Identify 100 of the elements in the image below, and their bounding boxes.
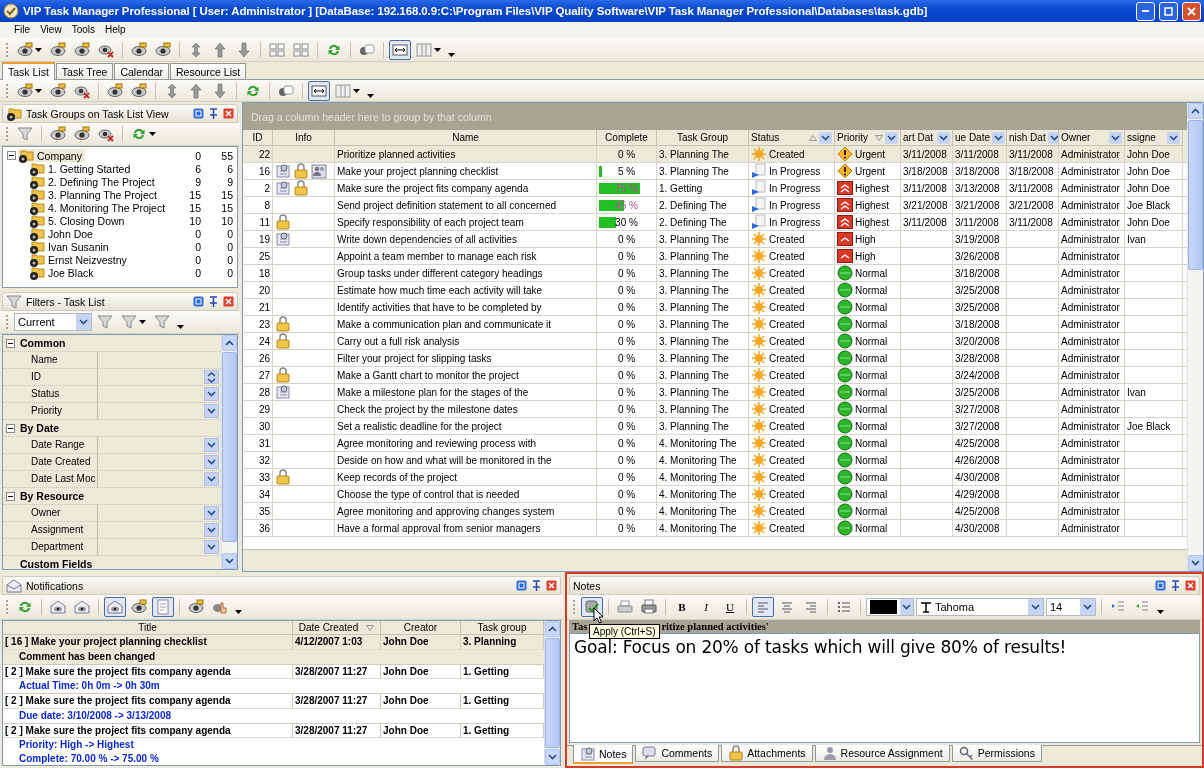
collapse-toggle[interactable] — [6, 491, 15, 501]
field-label: Date Range — [3, 437, 98, 453]
table-row[interactable]: 33 Keep records of the project 0 % 4. Monitoring The Created Normal 4/30/2008 Administrator — [243, 469, 1187, 486]
filter-dropdown-button[interactable] — [1167, 131, 1180, 144]
section-header[interactable]: By Resource — [3, 488, 221, 505]
table-row[interactable]: 25 Appoint a team member to manage each risk 0 % 3. Planning The Created High 3/26/2008 Administrator — [243, 248, 1187, 265]
close-button[interactable] — [223, 296, 234, 307]
tab[interactable]: Attachments — [721, 745, 813, 762]
filter-dropdown-button[interactable] — [885, 131, 898, 144]
filter-dropdown-button[interactable] — [819, 131, 832, 144]
tab[interactable]: Resource List — [170, 63, 247, 79]
maximize-button[interactable] — [1159, 1, 1178, 21]
font-dropdown[interactable]: Tahoma — [916, 598, 1044, 616]
tab[interactable]: Permissions — [951, 745, 1042, 762]
tab[interactable]: Comments — [635, 745, 720, 762]
tab[interactable]: Notes — [573, 745, 634, 764]
format-button[interactable]: U — [719, 597, 741, 617]
notification-item[interactable]: [ 2 ] Make sure the project fits company agenda 3/28/2007 11:27 John Doe 1. Getting Actual Time: 0h 0m -> 0h 30m — [3, 664, 544, 694]
pin-button[interactable] — [208, 108, 219, 119]
menu-item[interactable]: Help — [101, 22, 130, 38]
minimize-button[interactable] — [1136, 1, 1155, 21]
table-row[interactable]: 22 Prioritize planned activities 0 % 3. Planning The Created Urgent 3/11/2008 3/11/2008 3/11/2008 Administrator John Doe — [243, 146, 1187, 163]
table-row[interactable]: 35 Agree monitoring and approving changes system 0 % 4. Monitoring The Created Normal 4/25/2008 Administrator — [243, 503, 1187, 520]
filter-dropdown-button[interactable] — [1109, 131, 1122, 144]
tree-item[interactable]: 4. Monitoring The Project — [29, 201, 169, 214]
pin-button[interactable] — [531, 580, 542, 591]
close-button[interactable] — [546, 580, 557, 591]
table-row[interactable]: 34 Choose the type of control that is needed 0 % 4. Monitoring The Created Normal 4/29/2008 Administrator — [243, 486, 1187, 503]
tree-item[interactable]: 1. Getting Started — [29, 162, 134, 175]
table-row[interactable]: 27 Make a Gantt chart to monitor the project 0 % 3. Planning The Created Normal 3/24/2008 Administrator — [243, 367, 1187, 384]
tree-item[interactable]: Company — [18, 149, 85, 162]
percent-label: 75 % — [615, 182, 638, 194]
table-row[interactable]: 19 Write down dependencies of all activities 0 % 3. Planning The Created High 3/19/2008 Administrator Ivan — [243, 231, 1187, 248]
notification-item[interactable]: [ 2 ] Make sure the project fits company agenda 3/28/2007 11:27 John Doe 1. Getting Priority: High -> Highest Complete: 70.00 % -> 75.00 % — [3, 723, 544, 765]
section-header[interactable]: Common — [3, 335, 221, 352]
format-button[interactable]: I — [695, 597, 717, 617]
tree-item[interactable]: Joe Black — [29, 266, 97, 279]
table-cell: [ 16 ] Make your project planning checklist — [3, 635, 293, 650]
table-row[interactable]: 18 Group tasks under different category headings 0 % 3. Planning The Created Normal 3/18/2008 Administrator — [243, 265, 1187, 282]
table-row[interactable]: 28 Make a milestone plan for the stages of the 0 % 3. Planning The Created Normal 3/25/2008 Administrator Ivan — [243, 384, 1187, 401]
table-row[interactable]: 16 Make your project planning checklist 5 % 3. Planning The In Progress Urgent 3/18/2008 3/18/2008 3/18/2008 Administrator John Doe — [243, 163, 1187, 180]
tab[interactable]: Task Tree — [55, 63, 114, 79]
table-row[interactable]: 24 Carry out a full risk analysis 0 % 3. Planning The Created Normal 3/20/2008 Administrator — [243, 333, 1187, 350]
collapse-toggle[interactable] — [7, 151, 16, 160]
filter-dropdown-button[interactable] — [1047, 131, 1058, 144]
table-cell: 33 — [243, 469, 273, 485]
table-row[interactable]: 31 Agree monitoring and reviewing process with 0 % 4. Monitoring The Created Normal 4/25/2008 Administrator — [243, 435, 1187, 452]
tab[interactable]: Resource Assignment — [814, 745, 950, 762]
menu-item[interactable]: View — [36, 22, 66, 38]
color-dropdown[interactable] — [866, 598, 914, 616]
notification-item[interactable]: [ 2 ] Make sure the project fits company agenda 3/28/2007 11:27 John Doe 1. Getting Due date: 3/10/2008 -> 3/13/2008 — [3, 694, 544, 724]
tree-item[interactable]: 2. Defining The Project — [29, 175, 158, 188]
close-button[interactable] — [223, 108, 234, 119]
table-row[interactable]: 23 Make a communication plan and communicate it 0 % 3. Planning The Created Normal 3/18/2008 Administrator — [243, 316, 1187, 333]
table-row[interactable]: 29 Check the project by the milestone dates 0 % 3. Planning The Created Normal 3/27/2008 Administrator — [243, 401, 1187, 418]
tree-item[interactable]: John Doe — [29, 227, 96, 240]
caret-icon — [234, 610, 242, 614]
table-cell: 3/25/2008 — [953, 282, 1007, 298]
menu-item[interactable]: Tools — [67, 22, 99, 38]
format-button[interactable]: B — [671, 597, 693, 617]
table-row[interactable]: 2 Make sure the project fits company agenda 75 % 1. Getting In Progress Highest 3/11/2008 3/13/2008 3/11/2008 Administrator John Doe — [243, 180, 1187, 197]
notification-item[interactable]: [ 16 ] Make your project planning checklist 4/12/2007 1:03 John Doe 3. Planning Comment has been changed — [3, 635, 544, 665]
preset-dropdown[interactable]: Current — [14, 313, 92, 331]
collapse-toggle[interactable] — [6, 338, 15, 348]
table-row[interactable]: 21 Identify activities that have to be completed by 0 % 3. Planning The Created Normal 3/25/2008 Administrator — [243, 299, 1187, 316]
circle-icon — [837, 435, 853, 451]
menu-item[interactable]: File — [10, 22, 35, 38]
size-dropdown[interactable]: 14 — [1046, 598, 1096, 616]
table-row[interactable]: 26 Filter your project for slipping tasks 0 % 3. Planning The Created Normal 3/28/2008 Administrator — [243, 350, 1187, 367]
tree-item[interactable]: Ivan Susanin — [29, 240, 112, 253]
tab[interactable]: Task List — [2, 62, 55, 80]
scrollbar[interactable] — [544, 621, 560, 765]
pin-button[interactable] — [1170, 580, 1181, 591]
table-cell: 3/19/2008 — [953, 231, 1007, 247]
scrollbar[interactable] — [221, 335, 237, 569]
section-header[interactable]: By Date — [3, 420, 221, 437]
close-icon — [223, 296, 234, 307]
toolbar-dropdown-button[interactable] — [118, 312, 149, 332]
table-cell: 3. Planning The — [657, 367, 749, 383]
restore-button[interactable] — [516, 580, 527, 591]
filter-dropdown-button[interactable] — [937, 131, 950, 144]
tree-item[interactable]: 5. Closing Down — [29, 214, 128, 227]
table-row[interactable]: 30 Set a realistic deadline for the project 0 % 3. Planning The Created Normal 3/27/2008 Administrator Joe Black — [243, 418, 1187, 435]
restore-button[interactable] — [1155, 580, 1166, 591]
restore-button[interactable] — [193, 296, 204, 307]
table-row[interactable]: 36 Have a formal approval from senior managers 0 % 4. Monitoring The Created Normal 4/30/2008 Administrator — [243, 520, 1187, 537]
table-row[interactable]: 32 Deside on how and what will be monitored in the 0 % 4. Monitoring The Created Normal 4/26/2008 Administrator — [243, 452, 1187, 469]
restore-button[interactable] — [193, 108, 204, 119]
tree-item[interactable]: Ernst Neizvestny — [29, 253, 130, 266]
close-button[interactable] — [1185, 580, 1196, 591]
filter-dropdown-button[interactable] — [992, 131, 1006, 144]
close-button[interactable] — [1182, 1, 1201, 21]
table-row[interactable]: 20 Estimate how much time each activity will take 0 % 3. Planning The Created Normal 3/25/2008 Administrator — [243, 282, 1187, 299]
tab[interactable]: Calendar — [114, 63, 169, 79]
collapse-toggle[interactable] — [6, 423, 15, 433]
table-cell: 3/21/2008 — [901, 197, 953, 213]
pin-button[interactable] — [208, 296, 219, 307]
table-cell: 4/25/2008 — [953, 435, 1007, 451]
tree-item[interactable]: 3. Planning The Project — [29, 188, 160, 201]
scrollbar[interactable] — [1187, 103, 1203, 571]
